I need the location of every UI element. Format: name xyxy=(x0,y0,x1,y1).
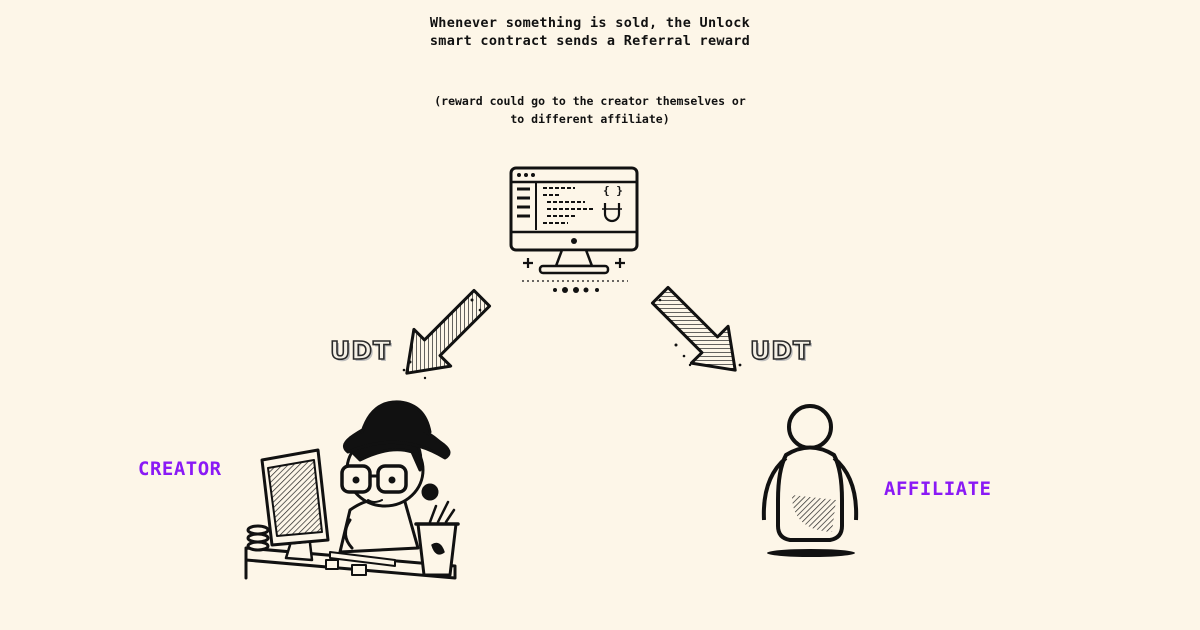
diagram-artwork: { } xyxy=(244,166,859,580)
creator-at-desk-illustration xyxy=(244,400,460,580)
udt-token-label: UDT xyxy=(329,335,392,366)
smart-contract-computer-icon: { } xyxy=(509,166,639,293)
udt-token-label: UDT xyxy=(749,335,812,366)
person-icon xyxy=(761,404,859,557)
creator-label: CREATOR xyxy=(138,458,222,480)
affiliate-label: AFFILIATE xyxy=(884,478,992,500)
hatched-arrow-icon xyxy=(405,288,492,375)
hatched-arrow-icon xyxy=(650,285,737,372)
referral-diagram: Whenever something is sold, the Unlock s… xyxy=(0,0,1200,630)
svg-text:{ }: { } xyxy=(603,184,623,197)
